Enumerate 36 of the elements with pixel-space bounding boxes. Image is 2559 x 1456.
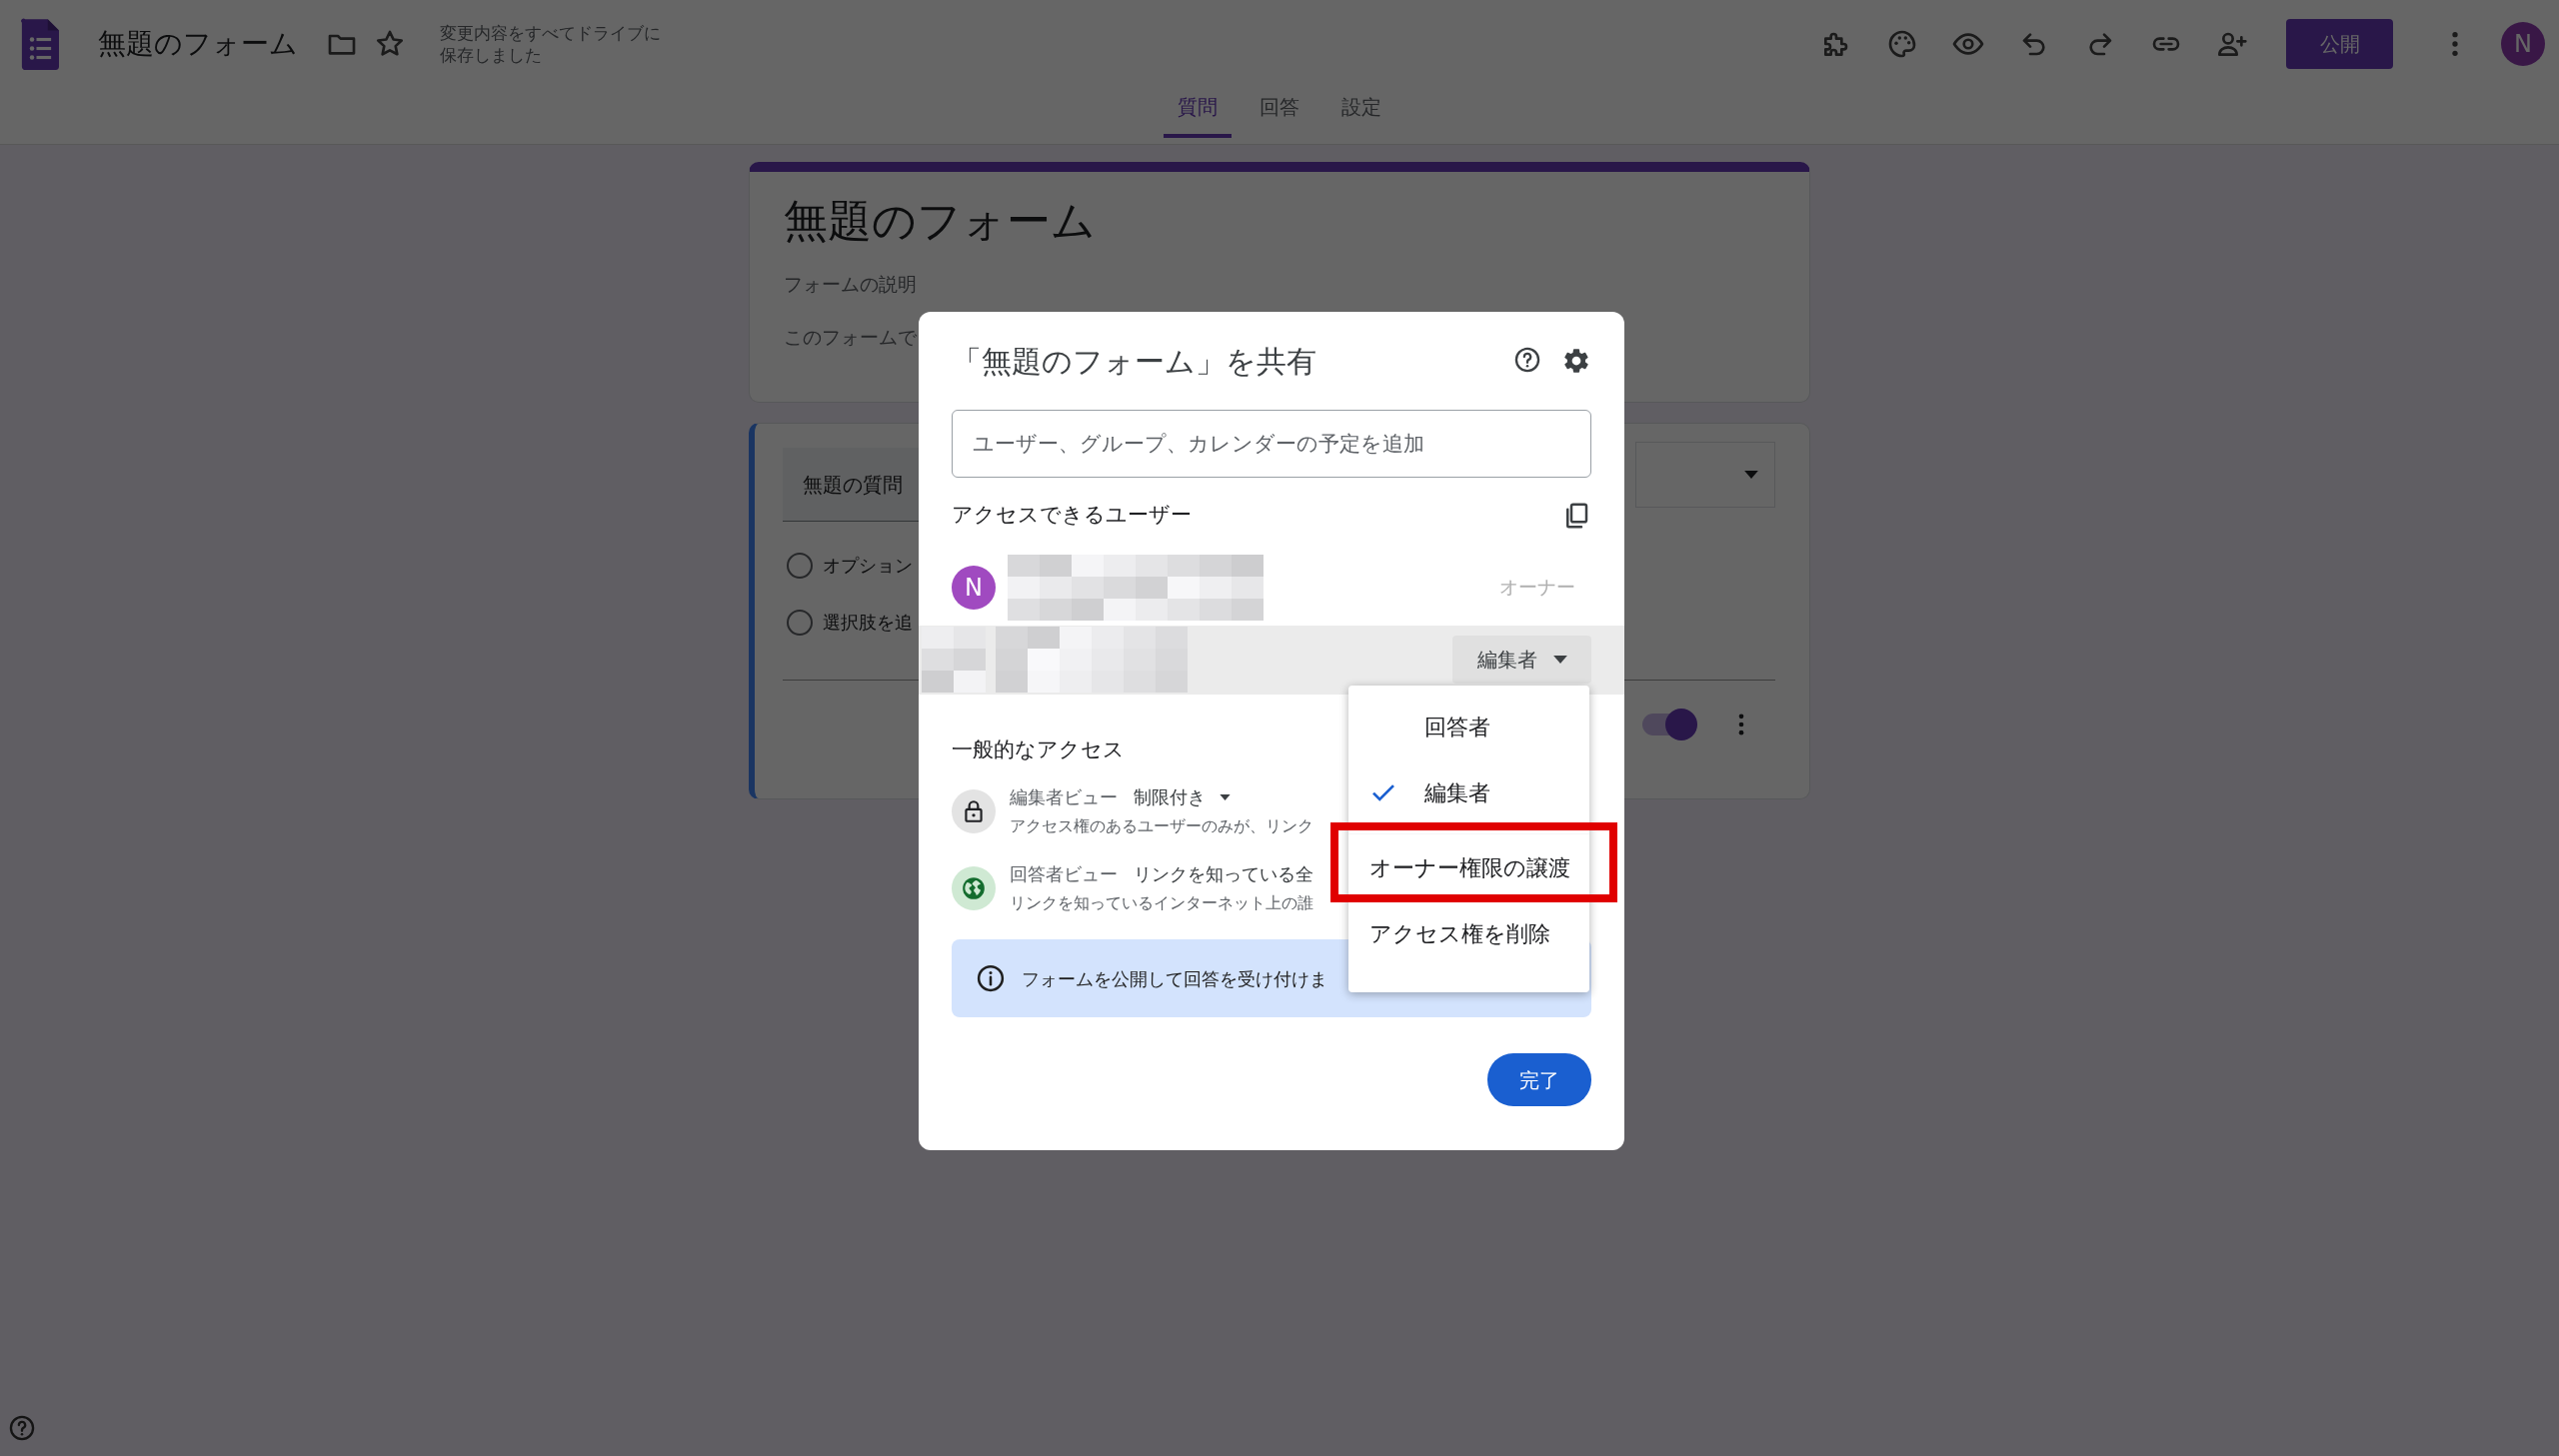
view-label: 回答者ビュー <box>1010 862 1118 886</box>
caret-icon <box>1552 656 1567 664</box>
document-title[interactable]: 無題のフォーム <box>98 23 298 65</box>
view-label: 編集者ビュー <box>1010 785 1118 809</box>
access-setting: リンクを知っている全 <box>1134 862 1313 886</box>
section-heading: 一般的なアクセス <box>952 735 1126 763</box>
info-text: フォームを公開して回答を受け付けま <box>1022 966 1327 991</box>
save-status: 変更内容をすべてドライブに保存しました <box>440 21 662 67</box>
menu-item[interactable]: 回答者 <box>1348 694 1589 759</box>
form-title: 無題のフォーム <box>784 194 1097 248</box>
access-description: リンクを知っているインターネット上の誰 <box>1010 892 1313 914</box>
settings-icon[interactable] <box>1561 346 1591 376</box>
role-dropdown[interactable]: 編集者 <box>1452 636 1591 684</box>
add-people-field[interactable]: ユーザー、グループ、カレンダーの予定を追加 <box>952 410 1591 478</box>
form-note: このフォームで <box>784 324 918 350</box>
dialog-title: 「無題のフォーム」を共有 <box>952 342 1316 381</box>
info-icon <box>976 963 1006 993</box>
menu-item[interactable]: アクセス権を削除 <box>1348 900 1589 966</box>
menu-item[interactable]: 編集者 <box>1348 759 1589 825</box>
caret-icon <box>1220 793 1231 800</box>
section-heading: アクセスできるユーザー <box>952 502 1192 529</box>
user-avatar: N <box>952 565 996 610</box>
menu-item[interactable]: オーナー権限の譲渡 <box>1348 834 1589 900</box>
access-dropdown[interactable]: 制限付き <box>1134 783 1231 810</box>
role-label: オーナー <box>1499 575 1575 601</box>
done-button[interactable]: 完了 <box>1487 1053 1591 1106</box>
caret-icon <box>1744 471 1758 479</box>
access-description: アクセス権のあるユーザーのみが、リンク <box>1010 815 1313 837</box>
help-icon[interactable] <box>1513 346 1541 374</box>
option-label: オプション <box>823 554 913 578</box>
palette-icon[interactable] <box>1886 28 1918 60</box>
form-description: フォームの説明 <box>784 272 918 297</box>
globe-glyph-icon <box>961 874 987 901</box>
radio-button[interactable] <box>787 609 813 636</box>
option-label: 選択肢を追 <box>823 611 913 635</box>
radio-button[interactable] <box>787 552 813 579</box>
